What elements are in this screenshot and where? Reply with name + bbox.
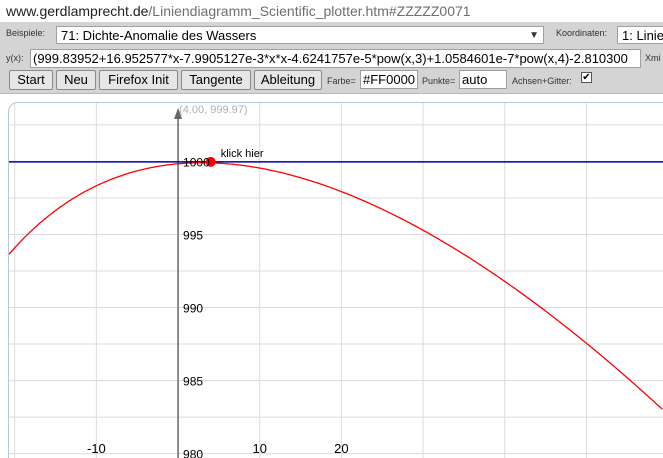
color-label: Farbe= [327, 76, 356, 86]
grid-label: Achsen+Gitter: [512, 76, 572, 86]
examples-label: Beispiele: [6, 28, 46, 38]
points-input[interactable]: auto [459, 70, 507, 89]
density-curve [9, 162, 663, 410]
y-tick-label: 980 [183, 448, 203, 458]
coords-selected: 1: Linie [622, 28, 663, 43]
x-tick-label: -10 [87, 441, 106, 456]
function-chart: 980 985 990 995 1000 -10 10 20 (4.00, 999.97) kli… [9, 103, 663, 458]
tangente-button[interactable]: Tangente [181, 70, 251, 90]
coords-select[interactable]: 1: Linie [617, 26, 663, 44]
click-here-label: klick hier [221, 148, 264, 160]
url-host: www.gerdlamprecht.de [6, 3, 149, 19]
neu-button[interactable]: Neu [56, 70, 96, 90]
control-panel: Beispiele: 71: Dichte-Anomalie des Wasse… [0, 22, 663, 94]
grid-checkbox[interactable]: ✔ [581, 72, 592, 83]
formula-label: y(x): [6, 53, 24, 63]
coords-label: Koordinaten: [556, 28, 608, 38]
max-point-label: (4.00, 999.97) [179, 104, 248, 116]
dropdown-arrow-icon: ▼ [529, 30, 539, 41]
address-bar[interactable]: www.gerdlamprecht.de/Liniendiagramm_Scie… [0, 0, 663, 22]
plot-canvas[interactable]: 980 985 990 995 1000 -10 10 20 (4.00, 999.97) kli… [8, 102, 663, 458]
color-input[interactable]: #FF0000 [360, 70, 418, 89]
url-path: /Liniendiagramm_Scientific_plotter.htm#Z… [148, 3, 471, 19]
examples-select[interactable]: 71: Dichte-Anomalie des Wassers ▼ [56, 26, 544, 44]
x-tick-label: 10 [252, 441, 266, 456]
examples-selected: 71: Dichte-Anomalie des Wassers [61, 28, 257, 43]
y-tick-label: 1000 [183, 155, 210, 169]
ableitung-button[interactable]: Ableitung [254, 70, 322, 90]
x-tick-label: 20 [334, 441, 348, 456]
firefox-init-button[interactable]: Firefox Init [99, 70, 178, 90]
examples-row: Beispiele: 71: Dichte-Anomalie des Wasse… [0, 25, 663, 47]
formula-input[interactable]: (999.83952+16.952577*x-7.9905127e-3*x*x-… [30, 49, 641, 68]
y-tick-label: 985 [183, 375, 203, 389]
button-row: Start Neu Firefox Init Tangente Ableitun… [0, 68, 663, 90]
y-tick-label: 995 [183, 228, 203, 242]
points-label: Punkte= [422, 76, 456, 86]
formula-row: y(x): (999.83952+16.952577*x-7.9905127e-… [0, 48, 663, 70]
xmin-label: Xmi [645, 53, 661, 63]
start-button[interactable]: Start [9, 70, 53, 90]
y-tick-label: 990 [183, 302, 203, 316]
